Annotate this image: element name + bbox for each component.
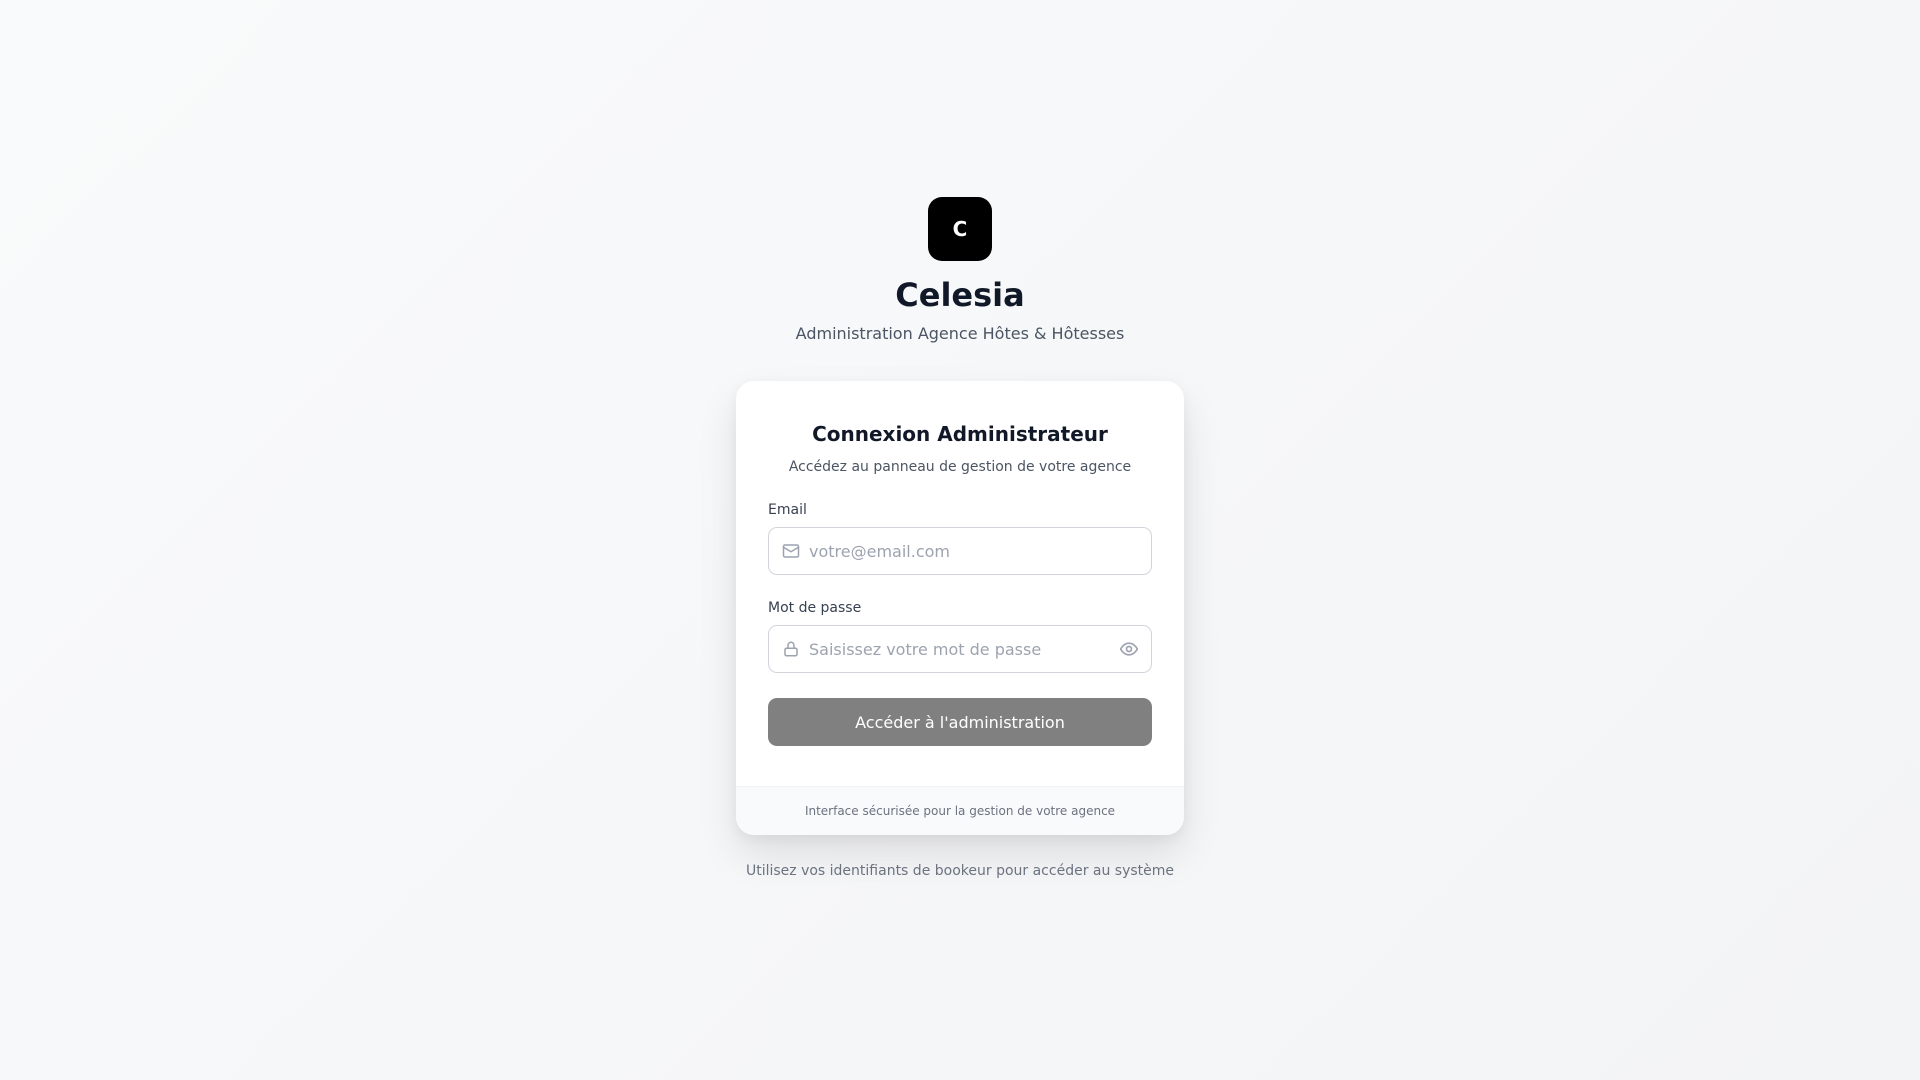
lock-icon	[781, 639, 801, 659]
password-label: Mot de passe	[768, 600, 862, 616]
email-label: Email	[768, 502, 807, 518]
login-container: C Celesia Administration Agence Hôtes & …	[736, 197, 1184, 881]
eye-icon[interactable]	[1119, 639, 1139, 659]
login-card-body: Connexion Administrateur Accédez au pann…	[736, 381, 1184, 786]
login-title: Connexion Administrateur	[812, 422, 1108, 446]
email-field-box[interactable]	[768, 527, 1152, 575]
brand-tagline: Administration Agence Hôtes & Hôtesses	[795, 324, 1125, 343]
login-subtitle: Accédez au panneau de gestion de votre a…	[788, 459, 1132, 475]
login-submit-button[interactable]: Accéder à l'administration	[768, 698, 1152, 746]
mail-icon	[781, 541, 801, 561]
email-input[interactable]	[809, 541, 1139, 561]
help-text: Utilisez vos identifiants de bookeur pou…	[745, 863, 1175, 879]
brand-logo-letter: C	[952, 217, 968, 241]
brand-logo: C	[928, 197, 992, 261]
password-field-box[interactable]	[768, 625, 1152, 673]
login-card: Connexion Administrateur Accédez au pann…	[736, 381, 1184, 835]
password-input[interactable]	[809, 639, 1119, 659]
brand-name: Celesia	[895, 276, 1025, 314]
login-card-footer: Interface sécurisée pour la gestion de v…	[736, 786, 1184, 835]
